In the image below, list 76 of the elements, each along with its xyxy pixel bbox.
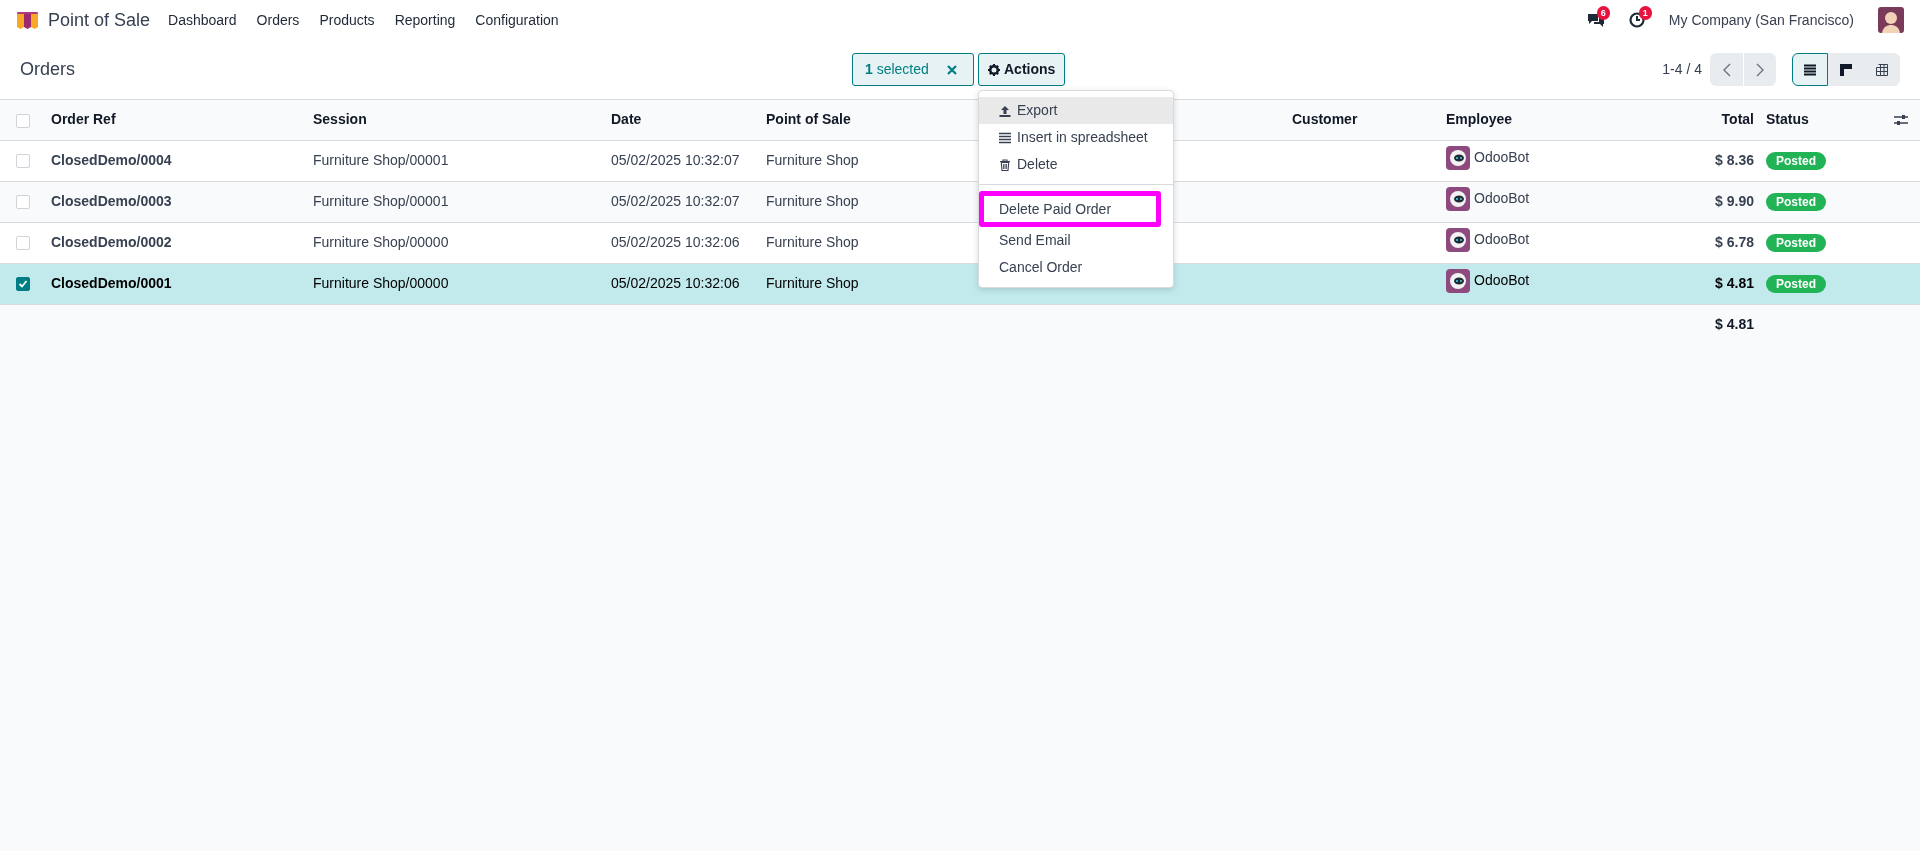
column-settings-icon[interactable] — [1894, 113, 1908, 126]
table-cell: 05/02/2025 10:32:07 — [611, 193, 740, 209]
table-cell: Furniture Shop/00001 — [313, 193, 449, 209]
pager-value[interactable]: 1-4 / 4 — [1662, 59, 1702, 80]
order-reference[interactable]: ClosedDemo/0001 — [51, 275, 172, 291]
selection-button[interactable]: 1 selected — [852, 53, 974, 86]
clock-icon[interactable] — [1628, 12, 1645, 28]
order-total: $ 8.36 — [1715, 152, 1754, 168]
actions-button[interactable]: Actions — [978, 53, 1066, 86]
status-badge: Posted — [1766, 234, 1826, 252]
order-total: $ 9.90 — [1715, 193, 1754, 209]
robot-avatar — [1446, 227, 1470, 252]
column-header[interactable]: Order Ref — [51, 111, 116, 128]
menu-item[interactable]: Cancel Order — [979, 254, 1173, 281]
menu-item[interactable]: Products — [309, 9, 385, 31]
status-badge: Posted — [1766, 152, 1826, 170]
trash-icon — [999, 158, 1011, 171]
menu-item[interactable]: Reporting — [384, 9, 466, 31]
table-cell: Furniture Shop/00001 — [313, 152, 449, 168]
gear-icon — [988, 63, 1000, 76]
company-name[interactable]: My Company (San Francisco) — [1668, 9, 1854, 31]
order-total: $ 4.81 — [1715, 275, 1754, 291]
robot-avatar — [1446, 268, 1470, 293]
employee-name: OdooBot — [1474, 148, 1530, 167]
table-cell: Furniture Shop — [766, 193, 859, 209]
column-header[interactable]: Date — [611, 111, 642, 128]
app-logo-icon[interactable] — [16, 11, 40, 29]
lines-icon — [999, 131, 1011, 144]
table-cell: Furniture Shop — [766, 152, 859, 168]
upload-icon — [999, 104, 1011, 117]
table-cell: 05/02/2025 10:32:06 — [611, 275, 740, 291]
menu-item[interactable]: Insert in spreadsheet — [979, 124, 1173, 151]
employee-name: OdooBot — [1474, 189, 1530, 208]
column-header[interactable]: Customer — [1292, 111, 1358, 128]
grid-view-icon — [1875, 62, 1889, 77]
menu-item[interactable]: Export — [979, 97, 1173, 124]
employee-name: OdooBot — [1474, 271, 1530, 290]
status-badge: Posted — [1766, 193, 1826, 211]
select-all-checkbox[interactable] — [16, 113, 30, 128]
employee-name: OdooBot — [1474, 230, 1530, 249]
column-header[interactable]: Employee — [1446, 111, 1513, 128]
column-header[interactable]: Session — [313, 111, 367, 128]
robot-avatar — [1446, 186, 1470, 211]
robot-avatar — [1446, 145, 1470, 170]
user-avatar[interactable] — [1878, 7, 1904, 33]
activity-count-badge: 1 — [1638, 6, 1652, 20]
check-icon — [18, 279, 28, 290]
message-count-badge: 6 — [1596, 6, 1610, 20]
app-name[interactable]: Point of Sale — [48, 6, 151, 34]
column-header[interactable]: Point of Sale — [766, 111, 851, 128]
menu-item[interactable]: Configuration — [465, 9, 569, 31]
menu-item[interactable]: Delete Paid Order — [979, 191, 1161, 227]
close-icon[interactable] — [946, 64, 957, 75]
table-cell: Furniture Shop/00000 — [313, 275, 449, 291]
table-cell: Furniture Shop/00000 — [313, 234, 449, 250]
breadcrumb[interactable]: Orders — [20, 59, 75, 79]
column-header[interactable]: Status — [1766, 111, 1809, 128]
chevron-left-icon — [1722, 62, 1731, 77]
order-reference[interactable]: ClosedDemo/0002 — [51, 234, 172, 250]
list-view-icon — [1803, 62, 1817, 77]
table-cell: 05/02/2025 10:32:07 — [611, 152, 740, 168]
chevron-right-icon — [1756, 62, 1764, 77]
table-cell: Furniture Shop — [766, 234, 859, 250]
table-cell: 05/02/2025 10:32:06 — [611, 234, 740, 250]
row-checkbox[interactable] — [16, 277, 30, 292]
menu-item[interactable]: Dashboard — [158, 9, 247, 31]
status-badge: Posted — [1766, 275, 1826, 293]
order-reference[interactable]: ClosedDemo/0003 — [51, 193, 172, 209]
kanban-view-icon — [1839, 62, 1853, 77]
order-reference[interactable]: ClosedDemo/0004 — [51, 152, 172, 168]
column-header[interactable]: Total — [1721, 111, 1754, 128]
table-cell: Furniture Shop — [766, 275, 859, 291]
menu-item[interactable]: Orders — [246, 9, 310, 31]
view-switch-button[interactable] — [1792, 53, 1828, 86]
order-total: $ 6.78 — [1715, 234, 1754, 250]
sum-total: $ 4.81 — [1715, 316, 1754, 333]
